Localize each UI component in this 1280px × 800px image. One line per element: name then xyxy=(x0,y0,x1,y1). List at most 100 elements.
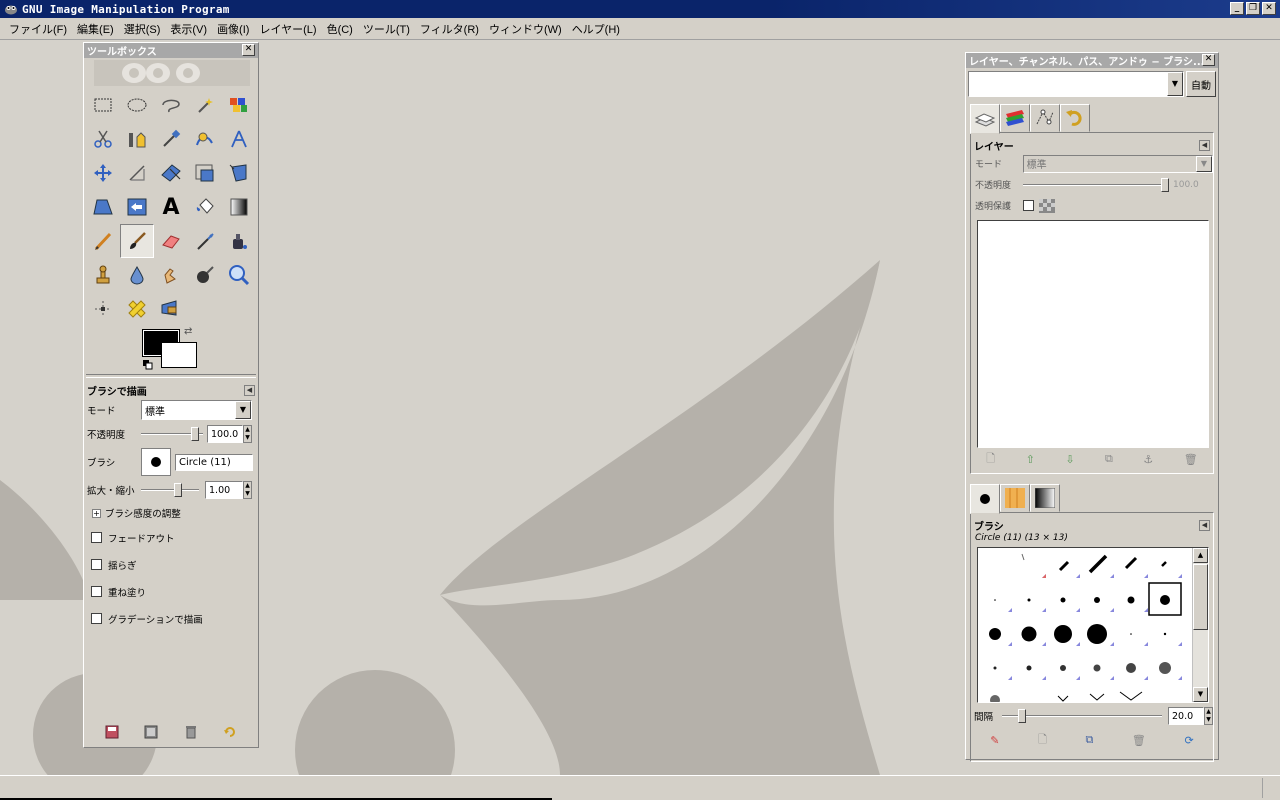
tab-menu-icon[interactable]: ◀ xyxy=(244,384,255,396)
scroll-down-icon[interactable]: ▼ xyxy=(1193,687,1208,702)
cage-transform-icon[interactable] xyxy=(86,292,120,326)
lower-layer-icon[interactable]: ⇩ xyxy=(1065,453,1074,466)
perspective-clone-icon[interactable] xyxy=(154,292,188,326)
tab-patterns[interactable] xyxy=(1000,484,1030,512)
gradient-checkbox[interactable]: グラデーションで描画 xyxy=(84,605,258,632)
zoom-icon[interactable] xyxy=(222,258,256,292)
paths-tool-icon[interactable] xyxy=(188,122,222,156)
menu-image[interactable]: 画像(I) xyxy=(212,21,254,37)
fade-out-checkbox[interactable]: フェードアウト xyxy=(84,524,258,551)
select-by-color-icon[interactable] xyxy=(222,88,256,122)
smudge-icon[interactable] xyxy=(154,258,188,292)
background-color-swatch[interactable] xyxy=(161,342,197,368)
tab-menu-icon[interactable]: ◀ xyxy=(1199,139,1210,151)
align-icon[interactable] xyxy=(120,156,154,190)
scroll-up-icon[interactable]: ▲ xyxy=(1193,548,1208,563)
tab-brushes[interactable] xyxy=(970,484,1000,514)
ellipse-select-icon[interactable] xyxy=(120,88,154,122)
foreground-select-icon[interactable] xyxy=(120,122,154,156)
tab-menu-icon[interactable]: ◀ xyxy=(1199,519,1210,531)
brush-preview-button[interactable] xyxy=(141,448,171,476)
menu-view[interactable]: 表示(V) xyxy=(165,21,212,37)
ink-icon[interactable] xyxy=(222,224,256,258)
incremental-checkbox[interactable]: 重ね塗り xyxy=(84,578,258,605)
spacing-spinbox[interactable]: 20.0 ▲ ▼ xyxy=(1168,707,1213,725)
spacing-thumb[interactable] xyxy=(1018,709,1026,723)
menu-edit[interactable]: 編集(E) xyxy=(72,21,119,37)
bucket-fill-icon[interactable] xyxy=(188,190,222,224)
text-icon[interactable]: A xyxy=(154,190,188,224)
rotate-icon[interactable] xyxy=(188,156,222,190)
resize-grip[interactable] xyxy=(1262,778,1276,798)
mode-combo[interactable]: 標準 ▼ xyxy=(141,400,252,420)
tab-paths[interactable] xyxy=(1030,104,1060,132)
dock-title-bar[interactable]: レイヤー、チャンネル、パス、アンドゥ − ブラシ... ✕ xyxy=(966,53,1218,68)
minimize-button[interactable]: _ xyxy=(1230,2,1244,15)
scrollbar-thumb[interactable] xyxy=(1193,564,1208,630)
maximize-button[interactable]: ❐ xyxy=(1246,2,1260,15)
lock-pixels-checkbox[interactable] xyxy=(1023,200,1034,211)
menu-colors[interactable]: 色(C) xyxy=(322,21,358,37)
edit-brush-icon[interactable]: ✎ xyxy=(990,734,999,747)
free-select-icon[interactable] xyxy=(154,88,188,122)
rect-select-icon[interactable] xyxy=(86,88,120,122)
restore-options-icon[interactable] xyxy=(144,725,158,739)
checkbox-box[interactable] xyxy=(91,586,102,597)
menu-layer[interactable]: レイヤー(L) xyxy=(254,21,321,37)
new-brush-icon[interactable]: 🗋 xyxy=(1038,731,1047,750)
airbrush-icon[interactable] xyxy=(188,224,222,258)
delete-options-icon[interactable] xyxy=(184,725,198,739)
brush-grid[interactable]: ▲ ▼ xyxy=(977,547,1209,705)
heal-icon[interactable] xyxy=(120,292,154,326)
chevron-down-icon[interactable]: ▼ xyxy=(1196,155,1212,172)
scale-spin-arrows[interactable]: ▲ ▼ xyxy=(243,481,252,499)
clone-icon[interactable] xyxy=(86,258,120,292)
anchor-layer-icon[interactable]: ⚓ xyxy=(1143,453,1153,466)
scale-spinbox[interactable]: 1.00 ▲ ▼ xyxy=(205,481,252,499)
crop-icon[interactable] xyxy=(154,156,188,190)
scale-slider[interactable] xyxy=(141,483,199,497)
jitter-checkbox[interactable]: 揺らぎ xyxy=(84,551,258,578)
blend-icon[interactable] xyxy=(222,190,256,224)
close-button[interactable]: ✕ xyxy=(1262,2,1276,15)
layer-opacity-thumb[interactable] xyxy=(1161,177,1169,192)
fuzzy-select-icon[interactable] xyxy=(188,88,222,122)
toolbox-close-button[interactable]: ✕ xyxy=(242,44,255,56)
opacity-slider-thumb[interactable] xyxy=(191,427,199,441)
refresh-brushes-icon[interactable]: ⟳ xyxy=(1184,734,1193,747)
scale-icon[interactable] xyxy=(222,156,256,190)
shear-icon[interactable] xyxy=(86,190,120,224)
toolbox-title-bar[interactable]: ツールボックス ✕ xyxy=(84,43,258,58)
tab-channels[interactable] xyxy=(1000,104,1030,132)
scissors-select-icon[interactable] xyxy=(86,122,120,156)
opacity-spin-arrows[interactable]: ▲ ▼ xyxy=(243,425,252,443)
menu-windows[interactable]: ウィンドウ(W) xyxy=(484,21,567,37)
duplicate-brush-icon[interactable]: ⧉ xyxy=(1085,733,1093,747)
chevron-down-icon[interactable]: ▼ xyxy=(235,401,251,419)
dock-close-button[interactable]: ✕ xyxy=(1202,54,1215,66)
menu-file[interactable]: ファイル(F) xyxy=(4,21,72,37)
move-icon[interactable] xyxy=(86,156,120,190)
opacity-spinbox[interactable]: 100.0 ▲ ▼ xyxy=(207,425,252,443)
new-layer-icon[interactable]: 🗋 xyxy=(986,450,995,469)
image-selector-combo[interactable]: ▼ xyxy=(968,71,1184,97)
default-colors-icon[interactable] xyxy=(143,360,153,370)
brush-name-field[interactable]: Circle (11) xyxy=(175,453,253,471)
menu-tools[interactable]: ツール(T) xyxy=(358,21,415,37)
paintbrush-icon[interactable] xyxy=(120,224,154,258)
pencil-icon[interactable] xyxy=(86,224,120,258)
delete-layer-icon[interactable]: 🗑 xyxy=(1184,453,1198,466)
expand-plus-icon[interactable]: + xyxy=(92,508,101,518)
checkbox-box[interactable] xyxy=(91,559,102,570)
dodge-burn-icon[interactable] xyxy=(188,258,222,292)
flip-icon[interactable] xyxy=(120,190,154,224)
swap-colors-icon[interactable]: ⇄ xyxy=(184,326,192,337)
chevron-down-icon[interactable]: ▼ xyxy=(1167,72,1183,96)
menu-help[interactable]: ヘルプ(H) xyxy=(567,21,625,37)
reset-options-icon[interactable] xyxy=(223,725,237,739)
dynamics-expander[interactable]: + ブラシ感度の調整 xyxy=(84,502,258,524)
raise-layer-icon[interactable]: ⇧ xyxy=(1026,453,1035,466)
layer-opacity-slider[interactable] xyxy=(1023,177,1169,192)
spacing-spin-arrows[interactable]: ▲ ▼ xyxy=(1204,707,1213,725)
checkbox-box[interactable] xyxy=(91,613,102,624)
